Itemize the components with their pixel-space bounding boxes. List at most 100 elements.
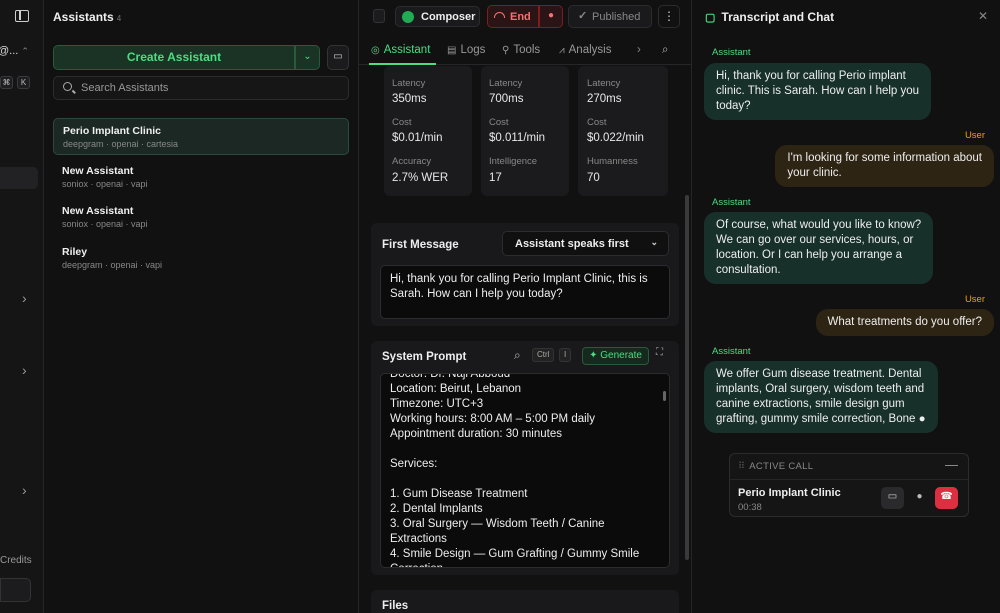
chevron-right-icon[interactable]: ›: [22, 482, 27, 498]
textarea-scrollbar[interactable]: [663, 391, 666, 401]
sidebar-toggle-icon[interactable]: [15, 10, 29, 22]
hangup-icon[interactable]: ☎: [935, 487, 958, 509]
tab-analysis[interactable]: ⩘ Analysis: [559, 44, 611, 56]
tab-tools[interactable]: ⚲ Tools: [502, 44, 540, 56]
model-stat-card[interactable]: Latency 700ms Cost $0.011/min Intelligen…: [481, 66, 569, 196]
cost-value: $0.022/min: [587, 132, 644, 144]
tabs-scroll-right-icon[interactable]: ›: [637, 44, 641, 56]
phone-hangup-icon: [494, 12, 505, 18]
first-message-section: First Message Assistant speaks first ⌄ H…: [371, 223, 679, 326]
prompt-line: [390, 472, 660, 487]
message-line: grafting, gummy smile correction, Bone ●: [716, 413, 926, 425]
ctrl-key-badge: Ctrl: [532, 348, 555, 362]
assistant-item[interactable]: Perio Implant Clinic deepgram · openai ·…: [53, 118, 349, 155]
files-section: Files: [371, 590, 679, 613]
credits-box[interactable]: [0, 578, 31, 602]
voice-stat-card[interactable]: Latency 270ms Cost $0.022/min Humanness …: [578, 66, 668, 196]
center-scrollbar[interactable]: [685, 195, 689, 560]
published-label: Published: [592, 11, 641, 23]
message-role: Assistant: [712, 346, 751, 357]
prompt-line: Services:: [390, 458, 438, 470]
active-tab-indicator: [369, 63, 436, 65]
latency-label: Latency: [392, 78, 426, 89]
panel-title: Assistants 4: [53, 10, 122, 24]
message-line: consultation.: [716, 264, 781, 276]
chevron-down-icon[interactable]: ⌄: [295, 45, 320, 70]
composer-button[interactable]: Composer: [395, 6, 480, 27]
panel-title: ▢ Transcript and Chat: [705, 10, 835, 24]
chat-toggle-icon[interactable]: ▭: [881, 487, 904, 509]
close-icon[interactable]: ✕: [978, 9, 988, 23]
prompt-line: 2. Dental Implants: [390, 503, 483, 515]
latency-value: 270ms: [587, 93, 622, 105]
message-role: User: [964, 294, 985, 305]
mic-icon[interactable]: ●: [908, 487, 931, 509]
cost-label: Cost: [392, 117, 412, 128]
transcriber-stat-card[interactable]: Latency 350ms Cost $0.01/min Accuracy 2.…: [384, 66, 472, 196]
prompt-line: Extractions: [390, 533, 447, 545]
composer-label: Composer: [421, 11, 476, 23]
message-line: We offer Gum disease treatment. Dental: [716, 368, 922, 380]
metric-value: 17: [489, 172, 502, 184]
assistant-providers: deepgram · openai · vapi: [62, 260, 163, 270]
drag-handle-icon: ⠿: [738, 461, 746, 472]
assistant-name: Riley: [62, 246, 88, 258]
assistants-panel: Assistants 4 Create Assistant ⌄ ▭ Search …: [44, 0, 359, 613]
end-call-button[interactable]: End: [487, 5, 539, 28]
assistant-item[interactable]: New Assistant soniox · openai · vapi: [53, 159, 349, 196]
assistant-item[interactable]: Riley deepgram · openai · vapi: [53, 240, 349, 277]
create-assistant-button[interactable]: Create Assistant: [53, 45, 295, 70]
tab-assistant[interactable]: ◎ Assistant: [371, 44, 430, 56]
message-role: User: [964, 130, 985, 141]
latency-value: 350ms: [392, 93, 427, 105]
tab-logs[interactable]: ▤ Logs: [447, 44, 485, 56]
call-name: Perio Implant Clinic: [738, 487, 841, 499]
first-message-textarea[interactable]: Hi, thank you for calling Perio Implant …: [380, 265, 670, 319]
prompt-line: [390, 442, 660, 457]
mic-icon[interactable]: ●: [539, 5, 563, 28]
latency-label: Latency: [587, 78, 621, 89]
chevron-right-icon[interactable]: ›: [22, 362, 27, 378]
generate-button[interactable]: ✦ Generate: [582, 347, 649, 365]
transcript-panel: ▢ Transcript and Chat ✕ Assistant Hi, than…: [692, 0, 1000, 613]
more-options-icon[interactable]: ⋮: [658, 5, 680, 28]
published-button[interactable]: ✓ Published: [568, 5, 652, 28]
first-message-mode-select[interactable]: Assistant speaks first ⌄: [502, 231, 669, 256]
message-line: We can go over our services, hours, or: [716, 234, 914, 246]
message-line: Of course, what would you like to know?: [716, 219, 922, 231]
assistant-tab-icon: ◎: [371, 45, 380, 56]
composer-logo-icon: [402, 11, 414, 23]
assistant-name: New Assistant: [62, 165, 134, 177]
chat-message-bubble: What treatments do you offer?: [815, 309, 994, 336]
metric-label: Accuracy: [392, 156, 432, 167]
chart-icon: ⩘: [559, 45, 565, 56]
search-icon: [63, 82, 72, 91]
folder-icon[interactable]: ▭: [327, 45, 349, 70]
chat-message-bubble: Hi, thank you for calling Perio implant c…: [704, 63, 932, 120]
assistant-providers: deepgram · openai · cartesia: [63, 139, 179, 149]
expand-icon[interactable]: ⛶: [656, 347, 663, 358]
active-call-widget: ⠿ ACTIVE CALL — Perio Implant Clinic 00:3…: [729, 453, 969, 517]
chevron-right-icon[interactable]: ›: [22, 290, 27, 306]
editor-toolbar: Composer End ● ✓ Published ⋮: [359, 0, 692, 34]
rail-selected-item[interactable]: [0, 167, 38, 189]
panel-toggle-icon[interactable]: [373, 9, 385, 23]
search-icon[interactable]: ⌕: [514, 348, 521, 363]
assistant-item[interactable]: New Assistant soniox · openai · vapi: [53, 199, 349, 236]
message-role: Assistant: [712, 47, 751, 58]
section-title: System Prompt: [382, 351, 467, 363]
cost-label: Cost: [489, 117, 509, 128]
assistant-name: New Assistant: [62, 205, 134, 217]
system-prompt-textarea[interactable]: Doctor: Dr. Naji Abboud Location: Beirut,…: [380, 373, 670, 568]
chat-message-bubble: We offer Gum disease treatment. Dental im…: [704, 361, 938, 433]
search-assistants-input[interactable]: Search Assistants: [53, 76, 349, 100]
prompt-line: 1. Gum Disease Treatment: [390, 488, 528, 500]
minimize-icon[interactable]: —: [945, 457, 958, 472]
chat-icon: ▢: [705, 12, 716, 24]
prompt-line: Correction: [390, 562, 660, 567]
logs-icon: ▤: [447, 45, 457, 56]
org-switcher[interactable]: @... ⌃: [0, 45, 29, 57]
search-icon[interactable]: ⌕: [662, 44, 668, 57]
message-line: Hi, thank you for calling Perio implant: [716, 70, 906, 82]
prompt-line: Appointment duration: 30 minutes: [390, 428, 562, 440]
